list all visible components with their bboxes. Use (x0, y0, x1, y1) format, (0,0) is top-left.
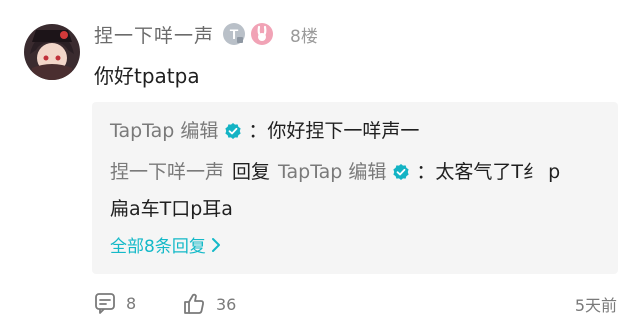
reply-item: TapTap 编辑 ： 你好捏下一咩声一 (110, 118, 419, 144)
reply-target[interactable]: TapTap 编辑 (278, 159, 386, 185)
view-all-replies-label: 全部8条回复 (110, 237, 206, 257)
reply-text: 扁a车T口p耳a (110, 198, 233, 220)
reply-author[interactable]: 捏一下咩一声 (110, 159, 224, 185)
reply-preview-box[interactable]: TapTap 编辑 ： 你好捏下一咩声一 捏一下咩一声 回复 TapTap 编辑… (92, 102, 618, 274)
reply-item: 捏一下咩一声 回复 TapTap 编辑 ： 太客气了T纟 p (110, 159, 560, 185)
reply-separator: ： (248, 120, 268, 142)
verified-check-icon (392, 163, 410, 181)
comment-count: 8 (126, 293, 137, 313)
t-level-badge-icon: T (222, 22, 246, 46)
floor-number: 8楼 (290, 26, 318, 47)
avatar[interactable] (24, 24, 80, 80)
post-time: 5天前 (574, 296, 617, 315)
comment-header: 捏一下咩一声 T 8楼 (94, 21, 318, 47)
comment-content: 你好tpatpa (94, 64, 200, 88)
like-count: 36 (216, 294, 237, 314)
thumbs-up-icon (182, 292, 206, 316)
reply-text: 太客气了T纟 p (435, 161, 561, 183)
reply-separator: ： (416, 161, 436, 183)
avatar-image (24, 24, 80, 80)
reply-text: 你好捏下一咩声一 (267, 120, 420, 142)
username[interactable]: 捏一下咩一声 (94, 21, 214, 48)
pink-bunny-badge-icon (250, 22, 274, 46)
reply-word: 回复 (232, 161, 271, 183)
chevron-right-icon (210, 237, 222, 253)
like-button[interactable]: 36 (182, 292, 236, 316)
comment-footer: 8 36 5天前 (94, 292, 617, 316)
comment-icon (94, 292, 116, 314)
reply-author[interactable]: TapTap 编辑 (110, 118, 218, 144)
reply-text-continued: 扁a车T口p耳a (110, 196, 233, 222)
view-all-replies-link[interactable]: 全部8条回复 (110, 232, 222, 257)
comment-button[interactable]: 8 (94, 292, 136, 314)
verified-check-icon (224, 122, 242, 140)
